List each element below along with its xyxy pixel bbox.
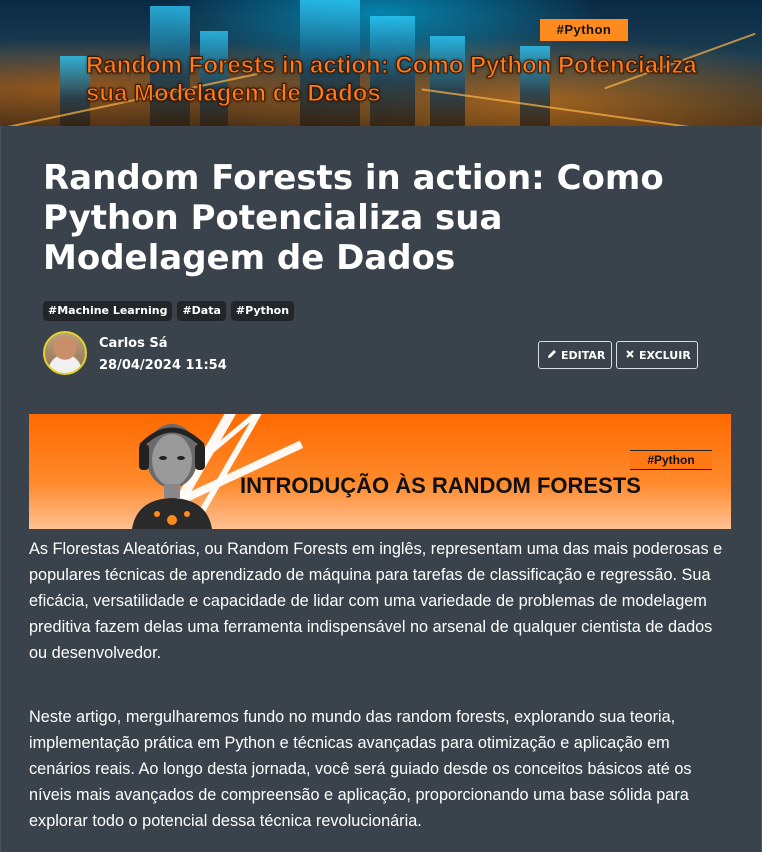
article-title: Random Forests in action: Como Python Po… bbox=[43, 158, 664, 278]
hero-banner-image: #Python Random Forests in action: Como P… bbox=[0, 0, 762, 126]
delete-button[interactable]: EXCLUIR bbox=[616, 341, 698, 369]
pencil-icon bbox=[547, 349, 557, 362]
tag-machine-learning[interactable]: #Machine Learning bbox=[43, 301, 173, 321]
edit-button[interactable]: EDITAR bbox=[538, 341, 612, 369]
edit-label: EDITAR bbox=[561, 348, 606, 362]
tag-data[interactable]: #Data bbox=[177, 301, 226, 321]
author-avatar[interactable] bbox=[43, 331, 87, 375]
hero-title: Random Forests in action: Como Python Po… bbox=[86, 52, 698, 108]
section-tag: #Python bbox=[630, 450, 712, 470]
body-paragraph: As Florestas Aleatórias, ou Random Fores… bbox=[29, 540, 723, 662]
author-name[interactable]: Carlos Sá bbox=[99, 336, 168, 351]
delete-label: EXCLUIR bbox=[639, 348, 691, 362]
close-icon bbox=[625, 349, 635, 362]
tag-python[interactable]: #Python bbox=[230, 301, 295, 321]
section-banner-image bbox=[29, 414, 731, 529]
tag-list: #Machine Learning #Data #Python bbox=[43, 301, 295, 321]
portrait-illustration bbox=[132, 424, 212, 529]
section-title: INTRODUÇÃO ÀS RANDOM FORESTS bbox=[240, 473, 641, 498]
hero-tag: #Python bbox=[540, 19, 628, 41]
body-paragraph: Neste artigo, mergulharemos fundo no mun… bbox=[29, 708, 692, 830]
post-date: 28/04/2024 11:54 bbox=[99, 358, 227, 373]
